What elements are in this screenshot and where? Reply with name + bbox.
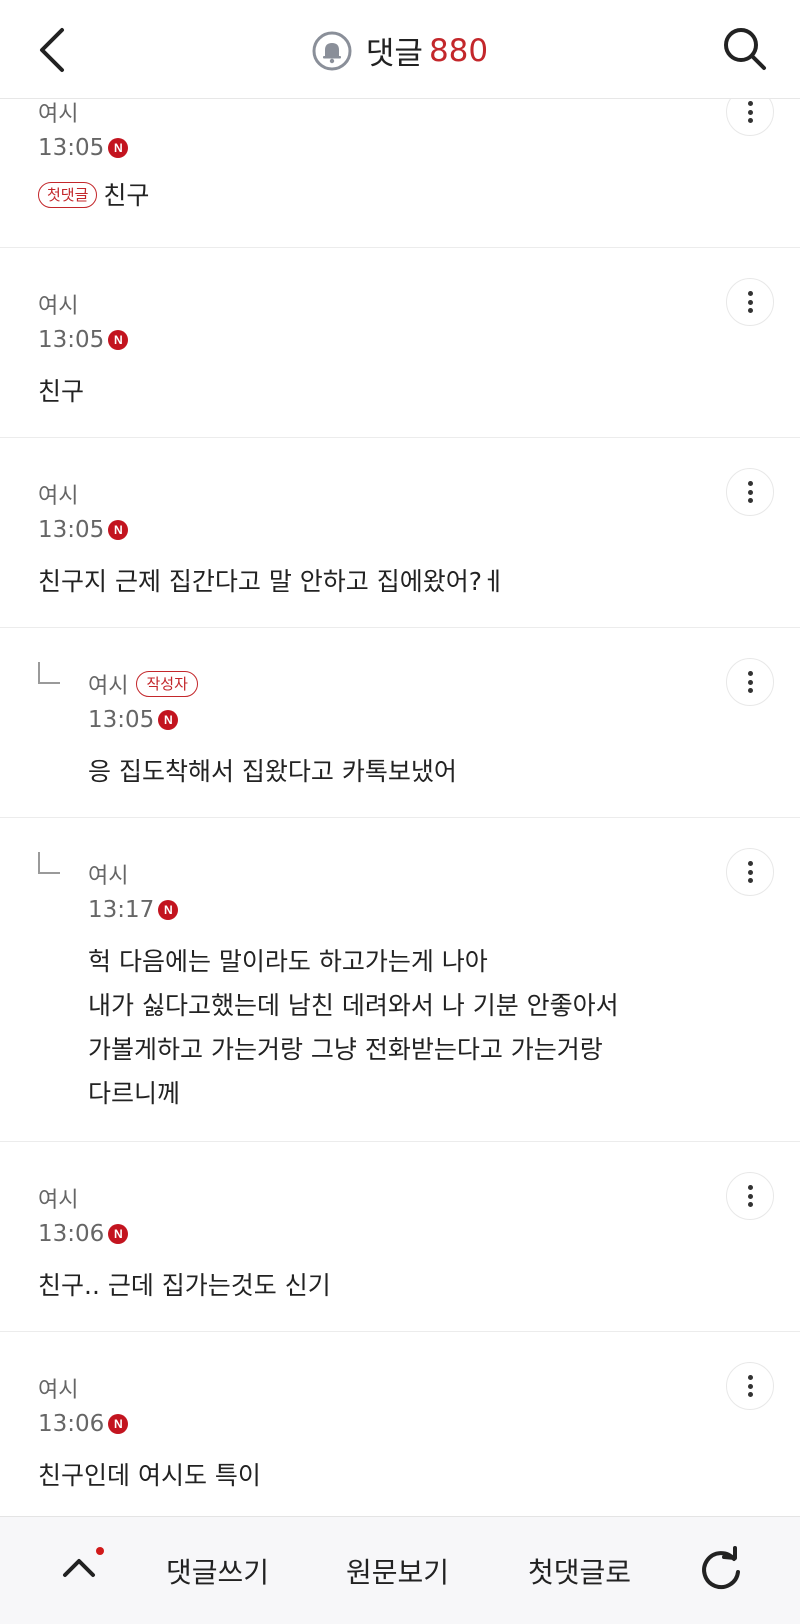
new-badge: N xyxy=(158,710,179,730)
comment-item: 여시 13:05 N 친구지 근제 집간다고 말 안하고 집에왔어?ㅔ xyxy=(0,438,800,628)
comment-time: 13:06 xyxy=(38,1221,105,1247)
unread-dot xyxy=(96,1547,104,1555)
more-options-button[interactable] xyxy=(726,1172,774,1220)
comment-list: 여시 13:05 N 첫댓글 친구 여시 13:05 N 친구 여시 13:05… xyxy=(0,88,800,1522)
comment-time: 13:05 xyxy=(88,707,155,733)
comment-author: 여시 xyxy=(88,674,129,699)
reply-item: 여시 작성자 13:05 N 응 집도착해서 집왔다고 카톡보냈어 xyxy=(0,628,800,818)
comment-author: 여시 xyxy=(38,484,79,509)
comment-item: 여시 13:06 N 친구.. 근데 집가는것도 신기 xyxy=(0,1142,800,1332)
more-options-button[interactable] xyxy=(726,848,774,896)
comment-time: 13:05 xyxy=(38,327,105,353)
comment-text-line: 다르니께 xyxy=(88,1079,181,1108)
comment-text: 친구.. 근데 집가는것도 신기 xyxy=(38,1271,331,1300)
write-comment-button[interactable]: 댓글쓰기 xyxy=(166,1551,269,1591)
comment-text-line: 헉 다음에는 말이라도 하고가는게 나아 xyxy=(88,947,488,976)
post-author-badge: 작성자 xyxy=(136,671,198,697)
comment-text: 응 집도착해서 집왔다고 카톡보냈어 xyxy=(88,757,457,786)
more-vertical-icon xyxy=(747,291,753,313)
comment-text: 친구지 근제 집간다고 말 안하고 집에왔어?ㅔ xyxy=(38,567,506,596)
comment-count: 880 xyxy=(428,32,489,69)
more-options-button[interactable] xyxy=(726,658,774,706)
reply-indicator-icon xyxy=(38,662,60,684)
more-vertical-icon xyxy=(747,481,753,503)
search-icon xyxy=(724,28,766,70)
first-comment-button[interactable]: 첫댓글로 xyxy=(528,1551,631,1591)
more-options-button[interactable] xyxy=(726,1362,774,1410)
comment-text-line: 가볼게하고 가는거랑 그냥 전화받는다고 가는거랑 xyxy=(88,1035,603,1064)
more-vertical-icon xyxy=(747,1185,753,1207)
more-vertical-icon xyxy=(747,861,753,883)
more-vertical-icon xyxy=(747,1375,753,1397)
comment-author: 여시 xyxy=(38,294,79,319)
comment-item: 여시 13:06 N 친구인데 여시도 특이 xyxy=(0,1332,800,1522)
bottom-action-bar: 댓글쓰기 원문보기 첫댓글로 xyxy=(0,1516,800,1624)
more-vertical-icon xyxy=(747,671,753,693)
new-badge: N xyxy=(158,900,179,920)
first-comment-badge: 첫댓글 xyxy=(38,182,98,208)
comment-author: 여시 xyxy=(88,864,129,889)
new-badge: N xyxy=(108,520,129,540)
new-badge: N xyxy=(108,330,129,350)
new-badge: N xyxy=(108,138,129,158)
page-title: 댓글 xyxy=(365,36,423,72)
comment-text: 친구 xyxy=(38,377,85,406)
comment-time: 13:05 xyxy=(38,135,105,161)
comment-time: 13:05 xyxy=(38,517,105,543)
top-bar: 댓글 880 xyxy=(0,0,800,99)
header-title-group: 댓글 880 xyxy=(0,28,800,73)
comment-time: 13:17 xyxy=(88,897,155,923)
comment-text: 친구인데 여시도 특이 xyxy=(38,1461,261,1490)
comment-item: 여시 13:05 N 친구 xyxy=(0,248,800,438)
search-button[interactable] xyxy=(720,24,770,74)
notification-toggle[interactable] xyxy=(312,31,352,71)
bell-icon xyxy=(312,31,352,70)
comment-author: 여시 xyxy=(38,1378,79,1403)
more-options-button[interactable] xyxy=(726,468,774,516)
comment-text-line: 내가 싫다고했는데 남친 데려와서 나 기분 안좋아서 xyxy=(88,991,619,1020)
new-badge: N xyxy=(108,1414,129,1434)
refresh-button[interactable] xyxy=(694,1543,748,1597)
comment-author: 여시 xyxy=(38,102,79,127)
reply-item: 여시 13:17 N 헉 다음에는 말이라도 하고가는게 나아 내가 싫다고했는… xyxy=(0,818,800,1142)
more-vertical-icon xyxy=(747,101,753,123)
comment-time: 13:06 xyxy=(38,1411,105,1437)
view-original-button[interactable]: 원문보기 xyxy=(346,1551,449,1591)
more-options-button[interactable] xyxy=(726,278,774,326)
reply-indicator-icon xyxy=(38,852,60,874)
refresh-icon xyxy=(702,1546,740,1590)
comment-text: 친구 xyxy=(103,181,150,210)
new-badge: N xyxy=(108,1224,129,1244)
comment-item: 여시 13:05 N 첫댓글 친구 xyxy=(0,88,800,248)
comment-author: 여시 xyxy=(38,1188,79,1213)
